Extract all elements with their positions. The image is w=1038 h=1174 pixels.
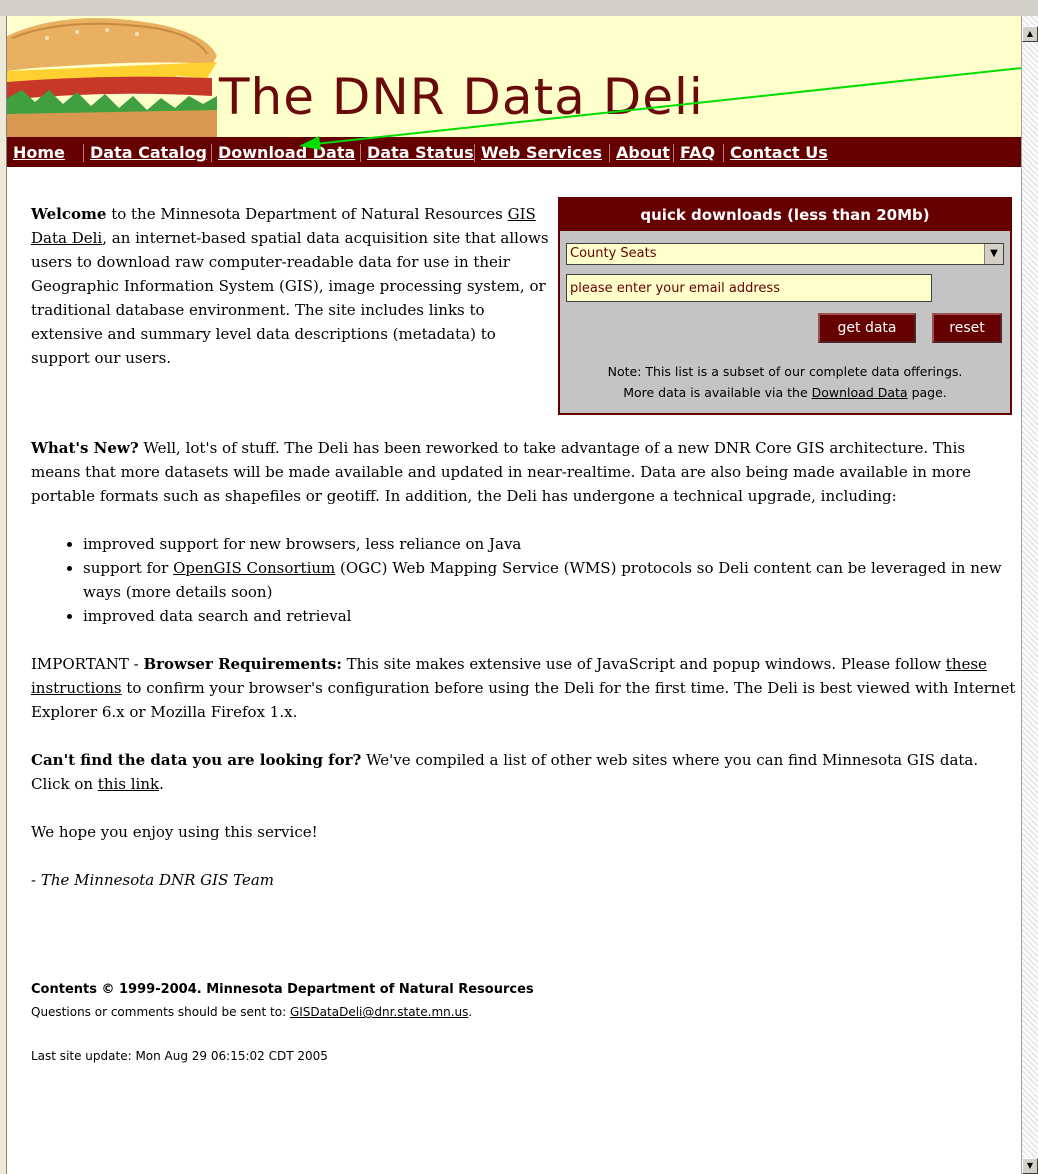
features-list: improved support for new browsers, less …	[31, 532, 1016, 628]
whats-new-paragraph: What's New? Well, lot's of stuff. The De…	[31, 436, 1016, 508]
opengis-link[interactable]: OpenGIS Consortium	[173, 559, 335, 577]
note-text: More data is available via the	[623, 385, 812, 400]
nav-separator	[673, 144, 674, 162]
list-item-text: support for	[83, 559, 174, 577]
last-update: Last site update: Mon Aug 29 06:15:02 CD…	[31, 1049, 328, 1063]
welcome-paragraph: Welcome to the Minnesota Department of N…	[31, 202, 549, 370]
browser-toolbar-edge	[0, 0, 1038, 17]
nav-contact-us[interactable]: Contact Us	[730, 143, 828, 162]
cant-find-text: .	[159, 775, 164, 793]
browser-requirements-heading: Browser Requirements:	[143, 655, 342, 673]
dataset-select-value: County Seats	[570, 246, 657, 261]
nav-about[interactable]: About	[616, 143, 670, 162]
cant-find-heading: Can't find the data you are looking for?	[31, 751, 362, 769]
important-text: to confirm your browser's configuration …	[31, 679, 1016, 721]
copyright-text: Contents © 1999-2004. Minnesota Departme…	[31, 982, 534, 997]
list-item: support for OpenGIS Consortium (OGC) Web…	[83, 556, 1016, 604]
email-input[interactable]	[566, 274, 932, 302]
contact-text: Questions or comments should be sent to:	[31, 1005, 290, 1019]
nav-separator	[723, 144, 724, 162]
important-dash: -	[128, 655, 144, 673]
nav-separator	[609, 144, 610, 162]
window-left-edge	[0, 16, 7, 1174]
important-text: This site makes extensive use of JavaScr…	[341, 655, 946, 673]
dataset-select[interactable]: County Seats ▼	[566, 243, 1004, 265]
quick-downloads-note: Note: This list is a subset of our compl…	[560, 361, 1010, 403]
welcome-heading: Welcome	[31, 205, 107, 223]
nav-separator	[474, 144, 475, 162]
contact-line: Questions or comments should be sent to:…	[31, 1001, 931, 1023]
note-line-2: More data is available via the Download …	[560, 382, 1010, 403]
list-item: improved support for new browsers, less …	[83, 532, 1016, 556]
nav-web-services[interactable]: Web Services	[481, 143, 602, 162]
cant-find-paragraph: Can't find the data you are looking for?…	[31, 748, 1016, 796]
main-nav: Home Data Catalog Download Data Data Sta…	[7, 137, 1022, 167]
welcome-text: , an internet-based spatial data acquisi…	[31, 229, 549, 367]
quick-downloads-title: quick downloads (less than 20Mb)	[560, 199, 1010, 231]
contact-email-link[interactable]: GISDataDeli@dnr.state.mn.us	[290, 1005, 468, 1019]
chevron-down-icon[interactable]: ▼	[984, 244, 1003, 264]
whats-new-text: Well, lot's of stuff. The Deli has been …	[31, 439, 971, 505]
scroll-up-icon[interactable]: ▲	[1022, 26, 1038, 42]
main-content: What's New? Well, lot's of stuff. The De…	[31, 436, 1016, 892]
list-item: improved data search and retrieval	[83, 604, 1016, 628]
note-line-1: Note: This list is a subset of our compl…	[607, 364, 963, 379]
signature: - The Minnesota DNR GIS Team	[31, 868, 1016, 892]
copyright: Contents © 1999-2004. Minnesota Departme…	[31, 979, 931, 1001]
other-sites-link[interactable]: this link	[98, 775, 159, 793]
important-paragraph: IMPORTANT - Browser Requirements: This s…	[31, 652, 1016, 724]
nav-separator	[211, 144, 212, 162]
page: The DNR Data Deli Home Data Catalog Down…	[7, 16, 1022, 1174]
nav-home[interactable]: Home	[13, 143, 65, 162]
sandwich-logo	[7, 18, 217, 137]
nav-data-status[interactable]: Data Status	[367, 143, 474, 162]
important-label: IMPORTANT	[31, 655, 129, 673]
footer: Contents © 1999-2004. Minnesota Departme…	[31, 979, 931, 1067]
download-data-link[interactable]: Download Data	[812, 385, 908, 400]
quick-downloads-box: quick downloads (less than 20Mb) County …	[558, 197, 1012, 415]
nav-download-data[interactable]: Download Data	[218, 143, 355, 162]
whats-new-heading: What's New?	[31, 439, 139, 457]
get-data-button[interactable]: get data	[818, 313, 916, 343]
nav-separator	[360, 144, 361, 162]
nav-faq[interactable]: FAQ	[680, 143, 715, 162]
reset-button[interactable]: reset	[932, 313, 1002, 343]
welcome-text: to the Minnesota Department of Natural R…	[106, 205, 508, 223]
note-text: page.	[907, 385, 947, 400]
vertical-scrollbar[interactable]: ▲ ▼	[1021, 16, 1038, 1174]
contact-text: .	[468, 1005, 473, 1019]
site-title: The DNR Data Deli	[219, 68, 704, 126]
nav-data-catalog[interactable]: Data Catalog	[90, 143, 207, 162]
header-banner: The DNR Data Deli	[7, 16, 1022, 137]
nav-separator	[83, 144, 84, 162]
closing-text: We hope you enjoy using this service!	[31, 823, 318, 841]
signature-text: - The Minnesota DNR GIS Team	[31, 871, 275, 889]
scroll-down-icon[interactable]: ▼	[1022, 1158, 1038, 1174]
